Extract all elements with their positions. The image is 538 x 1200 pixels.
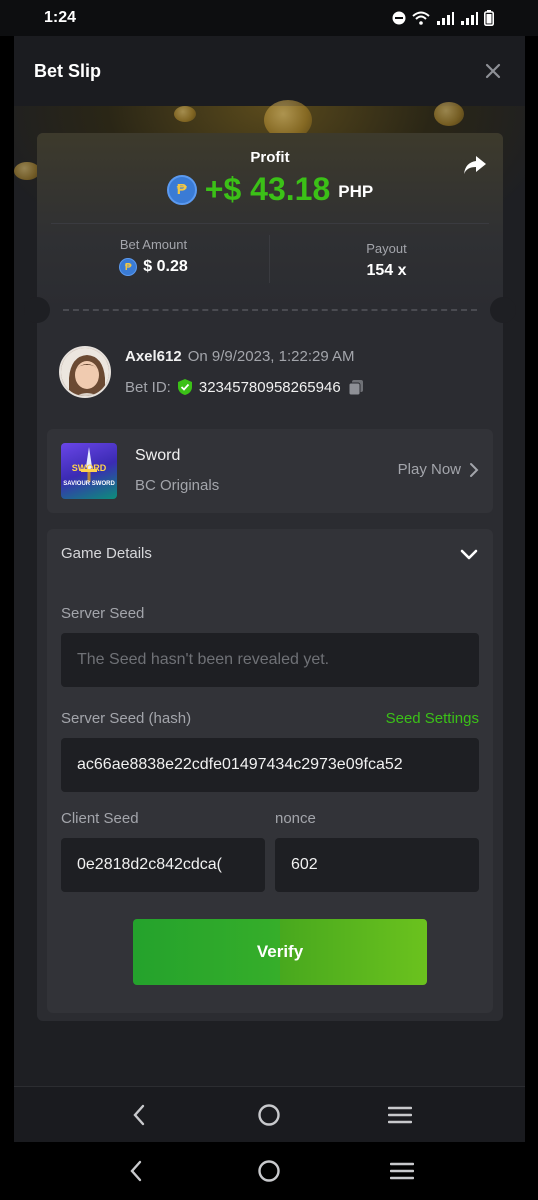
home-icon <box>258 1160 280 1182</box>
game-details-panel: Game Details Server Seed The Seed hasn't… <box>47 529 493 1013</box>
copy-button[interactable] <box>347 378 365 396</box>
bet-date: On 9/9/2023, 1:22:29 AM <box>187 348 355 365</box>
verify-button[interactable]: Verify <box>133 919 427 985</box>
chevron-down-icon <box>460 549 478 560</box>
content: Profit ₱ +$ 43.18 PHP Bet Amount ₱ $ 0.2… <box>14 100 525 1121</box>
close-icon <box>485 63 501 79</box>
payout-label: Payout <box>366 241 407 256</box>
app-frame: Bet Slip Profit ₱ +$ 43.18 PHP Bet Amoun… <box>14 36 525 1142</box>
share-icon <box>464 156 486 174</box>
system-nav-bar <box>0 1142 538 1200</box>
client-seed-field[interactable]: 0e2818d2c842cdca( <box>61 838 265 892</box>
chevron-right-icon <box>470 462 479 477</box>
play-now-link[interactable]: Play Now <box>398 461 479 478</box>
back-button[interactable] <box>123 1099 155 1131</box>
bet-id-value: 32345780958265946 <box>198 378 341 396</box>
bet-amount-stat: Bet Amount ₱ $ 0.28 <box>37 237 270 276</box>
signal-icon-2 <box>460 11 478 25</box>
system-recents-button[interactable] <box>386 1155 418 1187</box>
verified-shield-icon <box>177 379 192 395</box>
status-icons <box>392 10 494 26</box>
close-button[interactable] <box>481 59 505 83</box>
header: Bet Slip <box>14 36 525 106</box>
avatar-image <box>61 348 109 396</box>
game-name: Sword <box>135 447 181 464</box>
decor-coin <box>174 106 196 122</box>
home-icon <box>258 1103 281 1126</box>
server-hash-field[interactable]: ac66ae8838e22cdfe01497434c2973e09fca52 <box>61 738 479 792</box>
copy-icon <box>348 380 363 396</box>
play-now-label: Play Now <box>397 461 461 478</box>
user-row: Axel612 On 9/9/2023, 1:22:29 AM Bet ID: … <box>59 346 481 400</box>
ticket-notch <box>490 297 516 323</box>
profit-section: Profit ₱ +$ 43.18 PHP Bet Amount ₱ $ 0.2… <box>37 133 503 309</box>
system-home-button[interactable] <box>253 1155 285 1187</box>
recents-button[interactable] <box>384 1099 416 1131</box>
menu-icon <box>389 1162 414 1180</box>
game-provider: BC Originals <box>135 477 220 494</box>
user-info: Axel612 On 9/9/2023, 1:22:29 AM <box>125 348 355 365</box>
menu-icon <box>387 1106 412 1123</box>
game-card[interactable]: SWORD SAVIOUR SWORD Sword BC Originals P… <box>47 429 493 513</box>
bet-id-label: Bet ID: <box>125 378 171 396</box>
server-seed-field[interactable]: The Seed hasn't been revealed yet. <box>61 633 479 687</box>
nonce-label: nonce <box>275 810 316 827</box>
dashed-separator <box>63 309 477 311</box>
bet-slip-card: Profit ₱ +$ 43.18 PHP Bet Amount ₱ $ 0.2… <box>24 133 516 1021</box>
payout-stat: Payout 154 x <box>270 241 503 280</box>
server-hash-label: Server Seed (hash) <box>61 710 192 727</box>
profit-label: Profit <box>250 149 290 166</box>
profit-currency: PHP <box>338 181 374 201</box>
decor-coin <box>434 102 464 126</box>
in-app-nav-bar <box>14 1086 525 1142</box>
do-not-disturb-icon <box>392 11 406 25</box>
wifi-icon <box>412 11 430 25</box>
status-time: 1:24 <box>44 9 77 26</box>
nonce-field[interactable]: 602 <box>275 838 479 892</box>
share-button[interactable] <box>461 151 489 179</box>
game-details-title[interactable]: Game Details <box>61 545 152 562</box>
user-name[interactable]: Axel612 <box>125 348 182 365</box>
seed-settings-link[interactable]: Seed Settings <box>386 710 479 727</box>
php-coin-icon: ₱ <box>119 258 138 276</box>
page-title: Bet Slip <box>34 60 102 81</box>
game-thumbnail: SWORD SAVIOUR SWORD <box>61 443 117 499</box>
back-icon <box>133 1104 145 1125</box>
battery-icon <box>484 10 494 26</box>
home-button[interactable] <box>253 1099 285 1131</box>
thumb-title: SWORD <box>71 463 107 473</box>
profit-value: +$ 43.18 <box>204 171 331 207</box>
php-coin-icon: ₱ <box>166 174 197 205</box>
bet-amount-value-row: ₱ $ 0.28 <box>37 258 270 276</box>
server-seed-label: Server Seed <box>61 605 145 622</box>
avatar[interactable] <box>59 346 111 398</box>
system-back-button[interactable] <box>120 1155 152 1187</box>
ticket-notch <box>24 297 50 323</box>
status-bar: 1:24 <box>0 0 538 36</box>
bet-id-row: Bet ID: 32345780958265946 <box>125 378 365 396</box>
thumb-subtitle: SAVIOUR SWORD <box>63 481 115 487</box>
signal-icon <box>436 11 454 25</box>
divider <box>51 223 489 224</box>
back-icon <box>130 1160 142 1182</box>
bet-amount-label: Bet Amount <box>119 237 188 252</box>
payout-value: 154 x <box>366 262 407 279</box>
collapse-toggle[interactable] <box>459 545 479 565</box>
bet-amount-value: $ 0.28 <box>143 258 188 275</box>
client-seed-label: Client Seed <box>61 810 139 827</box>
profit-row: ₱ +$ 43.18 PHP <box>37 171 503 208</box>
